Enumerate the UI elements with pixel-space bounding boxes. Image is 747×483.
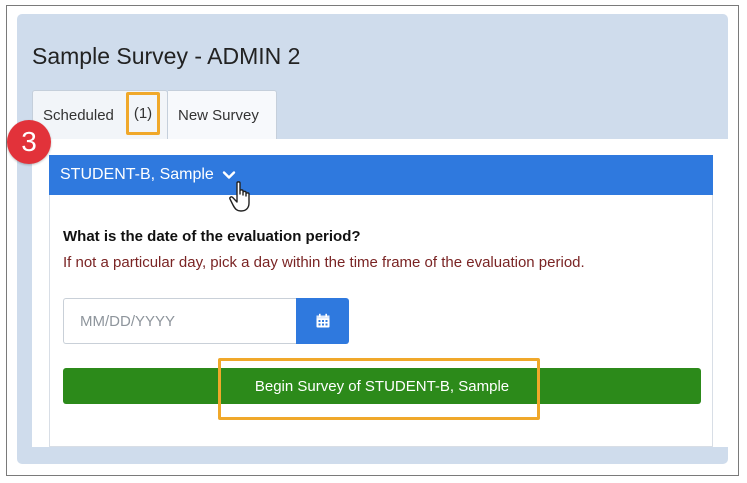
student-name: STUDENT-B, Sample (60, 166, 214, 183)
tab-new-survey-label: New Survey (178, 107, 259, 124)
evaluation-date-hint: If not a particular day, pick a day with… (63, 254, 585, 271)
calendar-button[interactable] (296, 298, 349, 344)
tab-new-survey[interactable]: New Survey (168, 90, 277, 140)
student-dropdown[interactable]: STUDENT-B, Sample (49, 155, 713, 195)
page-title: Sample Survey - ADMIN 2 (32, 43, 301, 69)
step-number-badge: 3 (7, 120, 51, 164)
calendar-icon (316, 313, 329, 328)
scheduled-count-badge: (1) (126, 92, 160, 135)
evaluation-date-question: What is the date of the evaluation perio… (63, 228, 361, 245)
evaluation-date-input[interactable] (63, 298, 296, 344)
begin-survey-button[interactable]: Begin Survey of STUDENT-B, Sample (63, 368, 701, 404)
hand-pointer-icon (229, 181, 250, 212)
tab-scheduled-label: Scheduled (43, 107, 114, 124)
